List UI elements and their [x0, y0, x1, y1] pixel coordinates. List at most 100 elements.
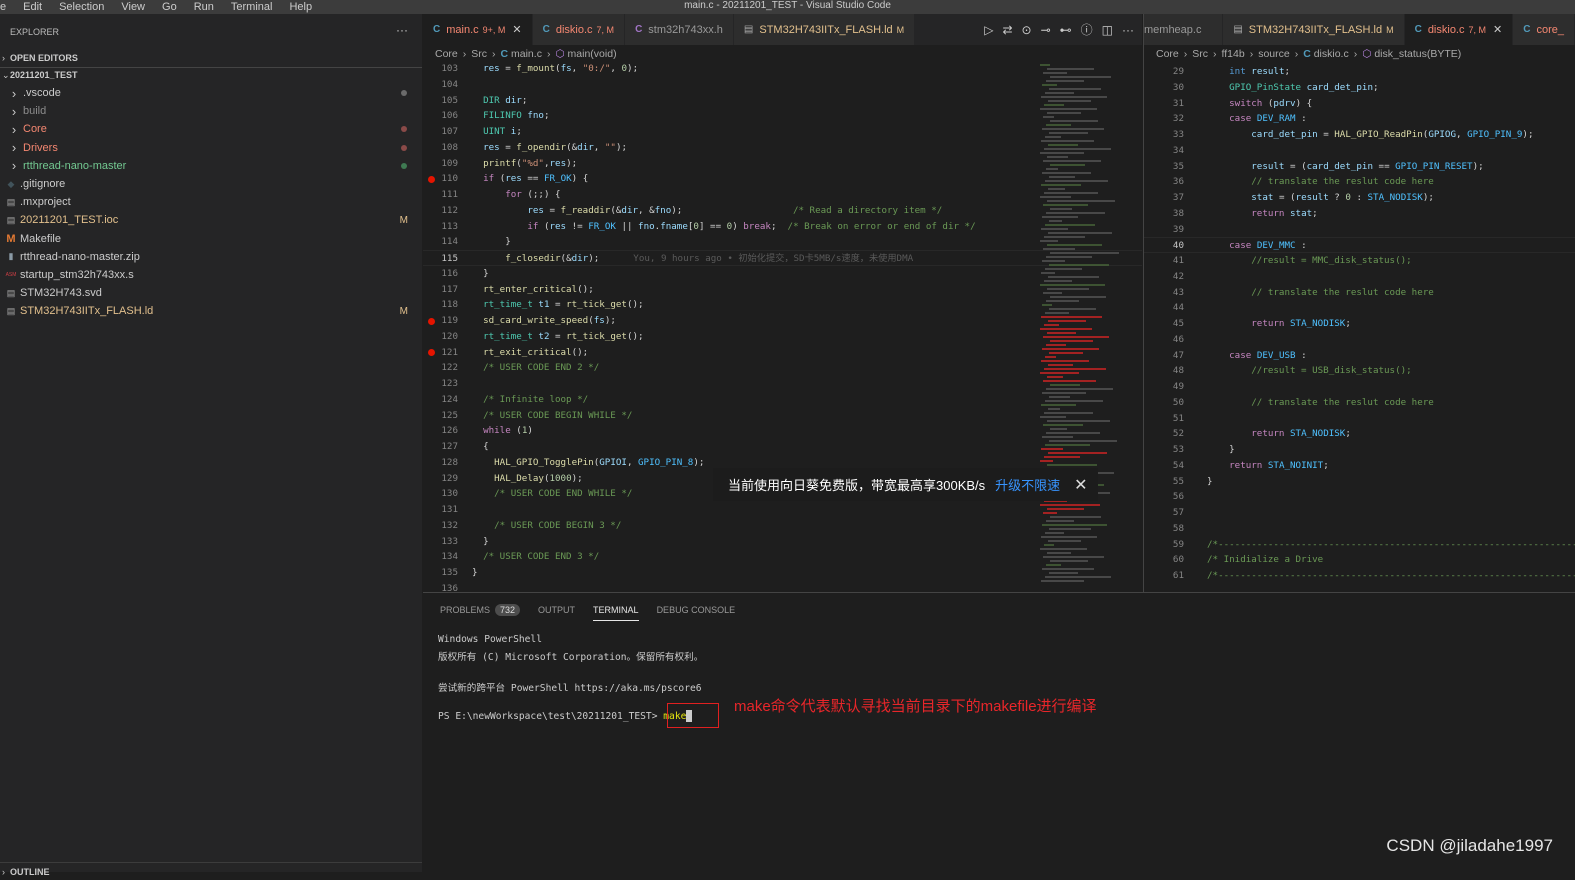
- tab-core-[interactable]: Ccore_: [1513, 14, 1575, 45]
- code-token: f_opendir: [516, 141, 567, 153]
- outline-section[interactable]: › OUTLINE: [0, 862, 422, 880]
- tree-item[interactable]: ▤ STM32H743IITx_FLASH.ld M: [0, 302, 422, 320]
- git-status-dot: [401, 144, 407, 151]
- breadcrumb-item[interactable]: Src: [471, 48, 487, 60]
- breadcrumb-item[interactable]: main(void): [568, 48, 617, 60]
- more-actions-icon[interactable]: ···: [396, 23, 408, 37]
- line-number: 132: [441, 519, 458, 531]
- tree-item[interactable]: ▤ STM32H743.svd: [0, 284, 422, 302]
- editor-actions: ▷ ⇄ ⊙ ⊸ ⊷ ⓘ ◫ ···: [984, 14, 1142, 45]
- workspace-root[interactable]: ⌄ 20211201_TEST: [0, 66, 422, 84]
- tab-stm32h743xx-h[interactable]: Cstm32h743xx.h: [625, 14, 734, 45]
- tree-item[interactable]: › build: [0, 102, 422, 120]
- breakpoint-icon[interactable]: [428, 317, 435, 325]
- tab-memheap-c[interactable]: Cmemheap.c: [1144, 14, 1224, 45]
- panel-tab-output[interactable]: OUTPUT: [538, 599, 575, 621]
- tab-main-c[interactable]: Cmain.c 9+, M ✕: [423, 14, 533, 45]
- code-token: GPIOG: [1428, 129, 1456, 140]
- line-number: 32: [1172, 113, 1184, 125]
- more-icon[interactable]: ···: [1122, 23, 1134, 37]
- tree-item[interactable]: ▤ .mxproject: [0, 193, 422, 211]
- minimap-line: [1045, 224, 1095, 226]
- code-text: result = (card_det_pin == GPIO_PIN_RESET…: [1207, 159, 1483, 175]
- code-area[interactable]: 29 int result; 30 GPIO_PinState card_det_…: [1144, 64, 1575, 592]
- menu-item[interactable]: Help: [280, 1, 320, 13]
- menu-item[interactable]: Go: [153, 1, 185, 13]
- breadcrumb-item[interactable]: ff14b: [1222, 48, 1245, 60]
- code-token: t2: [538, 330, 550, 342]
- tree-item[interactable]: › Drivers: [0, 139, 422, 157]
- minimap-line: [1047, 112, 1081, 114]
- breadcrumb-item[interactable]: Core: [1156, 48, 1179, 60]
- menu-item[interactable]: View: [112, 1, 153, 13]
- minimap-line: [1049, 220, 1062, 222]
- tab-label: diskio.c: [1427, 23, 1465, 36]
- menu-item[interactable]: Run: [185, 1, 222, 13]
- menu-item[interactable]: e: [0, 1, 14, 13]
- tree-item[interactable]: › .vscode: [0, 84, 422, 102]
- minimap-line: [1040, 504, 1100, 506]
- breadcrumb-item[interactable]: Src: [1192, 48, 1208, 60]
- breadcrumb-item[interactable]: diskio.c: [1314, 48, 1349, 60]
- commit-icon[interactable]: ⊸: [1041, 23, 1051, 37]
- minimap-line: [1041, 184, 1081, 186]
- minimap-line: [1048, 276, 1099, 278]
- tab-diskio-c[interactable]: Cdiskio.c 7, M ✕: [1404, 14, 1514, 45]
- close-icon[interactable]: ✕: [1074, 475, 1087, 495]
- tree-item[interactable]: ASM startup_stm32h743xx.s: [0, 266, 422, 284]
- close-icon[interactable]: ✕: [512, 23, 521, 36]
- code-token: (: [588, 315, 594, 326]
- breakpoint-icon[interactable]: [428, 175, 435, 183]
- compare-icon[interactable]: ⇄: [1002, 23, 1012, 37]
- minimap-line: [1045, 180, 1108, 182]
- minimap-line: [1042, 348, 1099, 350]
- go-forward-icon[interactable]: ⊷: [1060, 23, 1072, 37]
- menu-item[interactable]: Terminal: [222, 1, 281, 13]
- minimap-line: [1043, 336, 1109, 338]
- code-token: rt_tick_get: [566, 330, 627, 342]
- minimap-line: [1044, 280, 1072, 282]
- breadcrumb-item[interactable]: main.c: [511, 48, 542, 60]
- tree-item[interactable]: › Core: [0, 120, 422, 138]
- tab-label: stm32h743xx.h: [648, 23, 723, 36]
- tab-diskio-c[interactable]: Cdiskio.c 7, M: [532, 14, 626, 45]
- panel-tab-problems[interactable]: PROBLEMS 732: [440, 599, 521, 621]
- info-icon[interactable]: ⓘ: [1081, 21, 1093, 38]
- tree-item[interactable]: ◆ .gitignore: [0, 175, 422, 193]
- line-number: 61: [1172, 570, 1184, 581]
- close-icon[interactable]: ✕: [1493, 23, 1502, 36]
- minimap[interactable]: [1040, 64, 1132, 592]
- code-area[interactable]: 103 res = f_mount(fs, "0:/", 0); 104 105 D…: [423, 61, 1142, 592]
- breadcrumb-item[interactable]: disk_status(BYTE): [1374, 48, 1461, 60]
- upgrade-link[interactable]: 升级不限速: [995, 475, 1060, 494]
- tab-stm32h743iitx-flash-ld[interactable]: ▤ STM32H743IITx_FLASH.ld M: [733, 14, 916, 45]
- open-editors-section[interactable]: › OPEN EDITORS: [0, 49, 422, 67]
- run-icon[interactable]: ▷: [984, 23, 993, 37]
- minimap-line: [1046, 80, 1084, 82]
- menu-item[interactable]: Selection: [50, 1, 112, 13]
- code-token: }: [472, 567, 478, 578]
- line-number: 48: [1172, 365, 1184, 377]
- panel-tab-debug-console[interactable]: DEBUG CONSOLE: [657, 599, 736, 621]
- tree-item[interactable]: ▮ rtthread-nano-master.zip: [0, 248, 422, 266]
- panel-tab-terminal[interactable]: TERMINAL: [593, 599, 639, 621]
- minimap-line: [1048, 188, 1065, 190]
- menu-item[interactable]: Edit: [14, 1, 50, 13]
- tree-item[interactable]: ▤ 20211201_TEST.ioc M: [0, 211, 422, 229]
- tree-item[interactable]: › rtthread-nano-master: [0, 157, 422, 175]
- breadcrumb-item[interactable]: Core: [435, 48, 458, 60]
- minimap-line: [1045, 136, 1061, 138]
- tab-stm32h743iitx-flash-ld[interactable]: ▤ STM32H743IITx_FLASH.ld M: [1223, 14, 1405, 45]
- code-line: 49: [1144, 379, 1575, 395]
- code-token: (: [538, 220, 550, 232]
- line-number: 43: [1172, 286, 1184, 298]
- breadcrumb-item[interactable]: source: [1258, 48, 1290, 60]
- tree-item[interactable]: M Makefile: [0, 230, 422, 248]
- go-back-icon[interactable]: ⊙: [1022, 23, 1032, 37]
- code-text: sd_card_write_speed(fs);: [472, 313, 616, 329]
- breakpoint-icon[interactable]: [428, 349, 435, 356]
- split-editor-icon[interactable]: ◫: [1102, 23, 1113, 37]
